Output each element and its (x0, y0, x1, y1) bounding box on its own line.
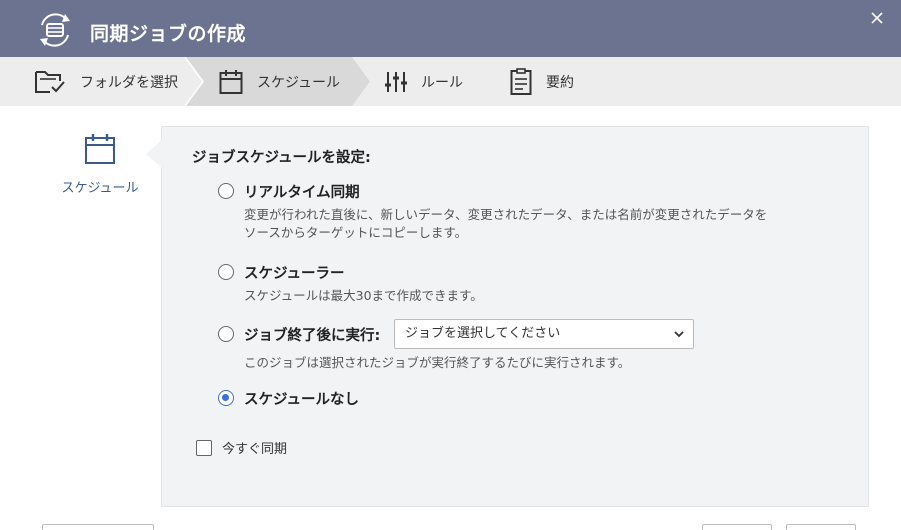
option-desc-after-job: このジョブは選択されたジョブが実行終了するたびに実行されます。 (244, 355, 631, 370)
radio-no-schedule[interactable] (218, 390, 234, 406)
sliders-icon (385, 71, 407, 92)
option-label-scheduler: スケジューラー (244, 266, 345, 282)
close-icon[interactable] (869, 10, 885, 26)
footer-button-right[interactable] (786, 524, 856, 530)
option-label-realtime: リアルタイム同期 (244, 185, 360, 201)
step-schedule[interactable]: スケジュール (219, 57, 340, 106)
option-label-no-schedule: スケジュールなし (244, 392, 359, 408)
sidenav-label: スケジュール (61, 181, 139, 196)
sync-now-checkbox[interactable] (196, 440, 212, 456)
footer-button-left[interactable] (42, 524, 154, 530)
step-summary[interactable]: 要約 (510, 57, 574, 106)
sync-now-label: 今すぐ同期 (222, 442, 288, 457)
radio-scheduler[interactable] (218, 264, 234, 280)
calendar-icon (85, 134, 115, 164)
sidenav-item-schedule[interactable]: スケジュール (55, 133, 145, 196)
schedule-heading: ジョブスケジュールを設定: (192, 150, 371, 166)
job-select-dropdown[interactable]: ジョブを選択してください (394, 319, 694, 349)
option-desc-realtime-1: 変更が行われた直後に、新しいデータ、変更されたデータ、または名前が変更されたデー… (244, 207, 768, 222)
radio-realtime-sync[interactable] (218, 183, 234, 199)
job-select-value: ジョブを選択してください (405, 326, 561, 341)
radio-after-job[interactable] (218, 326, 234, 342)
option-desc-scheduler: スケジュールは最大30まで作成できます。 (244, 288, 483, 303)
step-rules[interactable]: ルール (385, 57, 463, 106)
calendar-icon (219, 69, 243, 94)
step-label: 要約 (546, 74, 574, 91)
option-label-after-job: ジョブ終了後に実行: (244, 328, 381, 344)
step-label: ルール (421, 74, 463, 91)
folder-check-icon (35, 70, 65, 93)
step-label: フォルダを選択 (80, 74, 178, 91)
step-select-folder[interactable]: フォルダを選択 (34, 57, 178, 106)
dialog-title: 同期ジョブの作成 (90, 23, 247, 45)
option-desc-realtime-2: ソースからターゲットにコピーします。 (244, 225, 468, 240)
footer-button-mid[interactable] (702, 524, 772, 530)
summary-icon (510, 67, 532, 95)
sync-job-icon (40, 13, 70, 47)
chevron-down-icon (674, 331, 684, 338)
panel-pointer (146, 140, 162, 168)
step-label: スケジュール (257, 74, 341, 91)
